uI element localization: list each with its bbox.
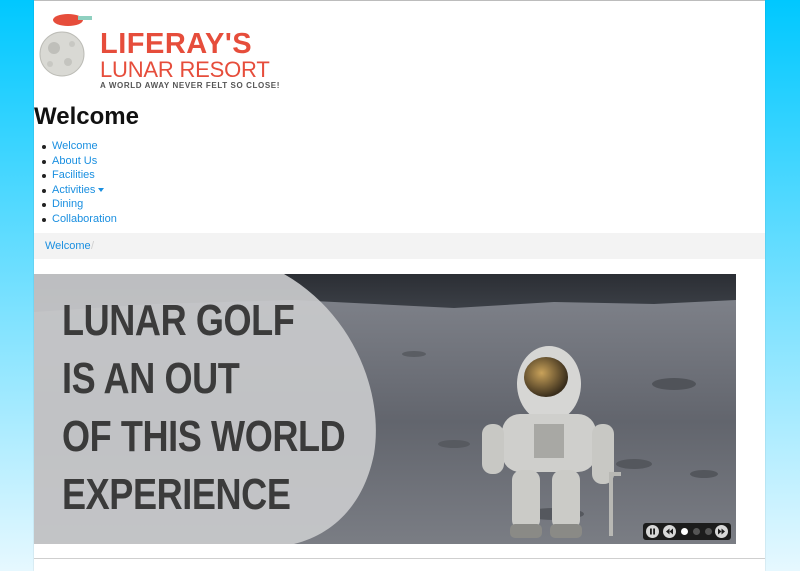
pause-button[interactable] — [646, 525, 659, 538]
nav-item-welcome: Welcome — [34, 139, 117, 154]
rewind-icon — [666, 528, 673, 535]
pause-icon — [650, 528, 655, 535]
page-container: LIFERAY'S LUNAR RESORT A WORLD AWAY NEVE… — [34, 0, 765, 571]
nav-item-activities: Activities — [34, 183, 117, 198]
caret-down-icon[interactable] — [98, 187, 105, 192]
nav-item-collaboration: Collaboration — [34, 212, 117, 227]
breadcrumb-separator: / — [91, 240, 95, 252]
main-navigation: Welcome About Us Facilities Activities D… — [34, 139, 117, 227]
slide-caption-line: IS AN OUT — [62, 354, 240, 403]
breadcrumb: Welcome / — [34, 233, 765, 259]
logo-title: LIFERAY'S — [100, 28, 253, 60]
nav-link-collaboration[interactable]: Collaboration — [52, 213, 117, 225]
nav-item-facilities: Facilities — [34, 168, 117, 183]
previous-button[interactable] — [663, 525, 676, 538]
site-logo[interactable]: LIFERAY'S LUNAR RESORT A WORLD AWAY NEVE… — [38, 10, 288, 90]
page-title: Welcome — [34, 103, 139, 130]
moon-icon — [39, 14, 92, 77]
nav-link-welcome[interactable]: Welcome — [52, 140, 98, 152]
fast-forward-icon — [718, 528, 725, 535]
slide-indicator-3[interactable] — [705, 528, 712, 535]
logo-subtitle: LUNAR RESORT — [100, 57, 270, 82]
nav-link-about-us[interactable]: About Us — [52, 155, 97, 167]
slide-caption-line: OF THIS WORLD — [62, 412, 346, 461]
top-border — [34, 0, 765, 1]
slide-indicator-2[interactable] — [693, 528, 700, 535]
nav-link-facilities[interactable]: Facilities — [52, 169, 95, 181]
nav-item-dining: Dining — [34, 197, 117, 212]
carousel-controls — [643, 523, 731, 540]
next-button[interactable] — [715, 525, 728, 538]
breadcrumb-welcome[interactable]: Welcome — [45, 240, 91, 252]
nav-item-about-us: About Us — [34, 154, 117, 169]
nav-link-activities[interactable]: Activities — [52, 184, 95, 196]
slide-indicator-1[interactable] — [681, 528, 688, 535]
nav-link-dining[interactable]: Dining — [52, 198, 83, 210]
image-carousel[interactable]: LUNAR GOLF IS AN OUT OF THIS WORLD EXPER… — [34, 274, 736, 544]
slide-caption-line: LUNAR GOLF — [62, 296, 295, 345]
content-divider — [34, 558, 765, 559]
logo-tagline: A WORLD AWAY NEVER FELT SO CLOSE! — [100, 81, 280, 90]
slide-caption-line: EXPERIENCE — [62, 470, 291, 519]
slide-caption: LUNAR GOLF IS AN OUT OF THIS WORLD EXPER… — [62, 292, 346, 524]
